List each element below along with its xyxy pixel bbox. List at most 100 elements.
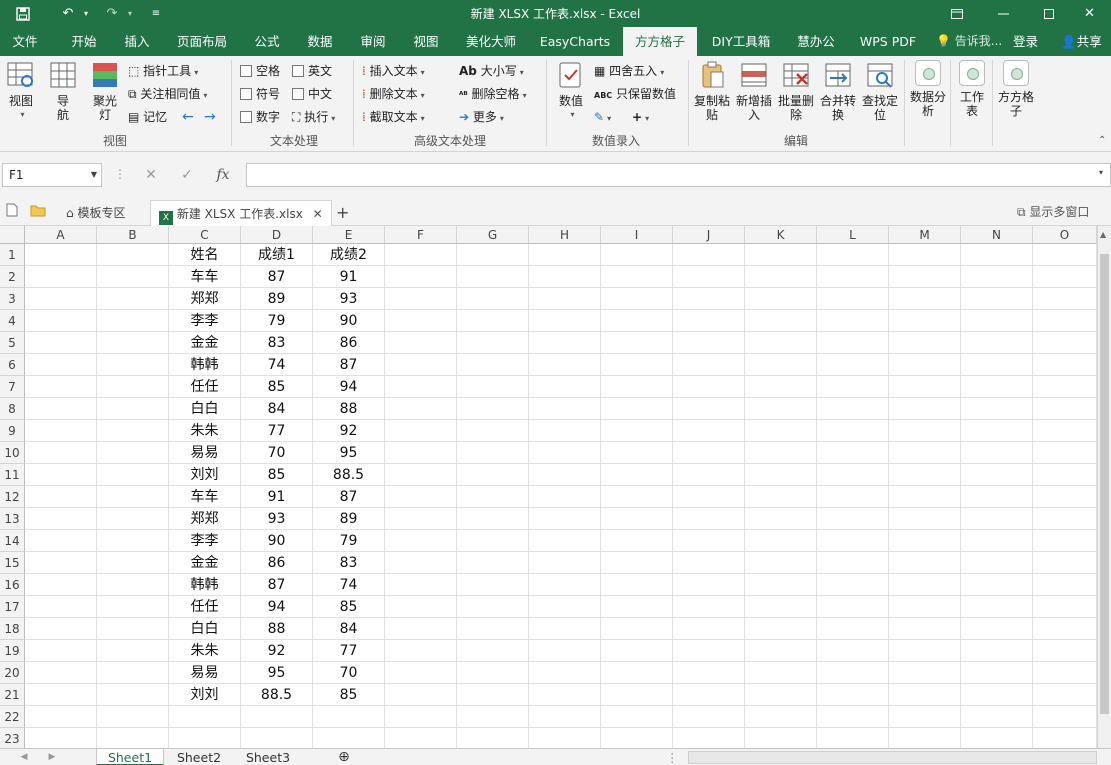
cell-a1[interactable] <box>25 244 97 266</box>
worksheet-button[interactable]: 工作表 <box>954 60 990 118</box>
cell-c7[interactable]: 任任 <box>169 376 241 398</box>
cell-o1[interactable] <box>1033 244 1097 266</box>
cell-h22[interactable] <box>529 706 601 728</box>
copy-paste-button[interactable]: 复制粘贴 <box>692 60 732 122</box>
cell-d6[interactable]: 74 <box>241 354 313 376</box>
cell-c18[interactable]: 白白 <box>169 618 241 640</box>
cell-a6[interactable] <box>25 354 97 376</box>
cell-n13[interactable] <box>961 508 1033 530</box>
cell-l10[interactable] <box>817 442 889 464</box>
cell-h11[interactable] <box>529 464 601 486</box>
cell-d16[interactable]: 87 <box>241 574 313 596</box>
vertical-scroll-thumb[interactable] <box>1100 254 1109 714</box>
cell-n18[interactable] <box>961 618 1033 640</box>
cell-o2[interactable] <box>1033 266 1097 288</box>
cell-o21[interactable] <box>1033 684 1097 706</box>
cell-m4[interactable] <box>889 310 961 332</box>
cell-a16[interactable] <box>25 574 97 596</box>
row-header[interactable]: 1 <box>0 244 25 266</box>
cell-j17[interactable] <box>673 596 745 618</box>
row-header[interactable]: 21 <box>0 684 25 706</box>
remove-space-button[interactable]: ᴬᴮ 删除空格 ▾ <box>459 85 527 103</box>
more-button[interactable]: ➔ 更多 ▾ <box>459 108 504 126</box>
cell-l18[interactable] <box>817 618 889 640</box>
cell-g3[interactable] <box>457 288 529 310</box>
cell-g22[interactable] <box>457 706 529 728</box>
cell-g10[interactable] <box>457 442 529 464</box>
cell-h6[interactable] <box>529 354 601 376</box>
cell-d13[interactable]: 93 <box>241 508 313 530</box>
cell-i10[interactable] <box>601 442 673 464</box>
column-header-f[interactable]: F <box>385 226 457 244</box>
cell-h13[interactable] <box>529 508 601 530</box>
cell-o4[interactable] <box>1033 310 1097 332</box>
cell-l12[interactable] <box>817 486 889 508</box>
cell-j8[interactable] <box>673 398 745 420</box>
cell-m10[interactable] <box>889 442 961 464</box>
cell-a15[interactable] <box>25 552 97 574</box>
cell-b15[interactable] <box>97 552 169 574</box>
row-header[interactable]: 16 <box>0 574 25 596</box>
cell-j6[interactable] <box>673 354 745 376</box>
cell-k10[interactable] <box>745 442 817 464</box>
cell-l17[interactable] <box>817 596 889 618</box>
cell-n9[interactable] <box>961 420 1033 442</box>
cell-m15[interactable] <box>889 552 961 574</box>
cell-i3[interactable] <box>601 288 673 310</box>
cell-b2[interactable] <box>97 266 169 288</box>
cell-k4[interactable] <box>745 310 817 332</box>
cell-j11[interactable] <box>673 464 745 486</box>
cell-h7[interactable] <box>529 376 601 398</box>
plus-icon[interactable]: + ▾ <box>632 108 649 126</box>
cell-n10[interactable] <box>961 442 1033 464</box>
memo-button[interactable]: ▤ 记忆 <box>128 108 167 126</box>
row-header[interactable]: 20 <box>0 662 25 684</box>
cell-l3[interactable] <box>817 288 889 310</box>
cell-a22[interactable] <box>25 706 97 728</box>
sheet-tab-sheet1[interactable]: Sheet1 <box>96 749 164 765</box>
enter-icon[interactable]: ✓ <box>169 167 205 183</box>
cell-m9[interactable] <box>889 420 961 442</box>
cell-j12[interactable] <box>673 486 745 508</box>
cell-l11[interactable] <box>817 464 889 486</box>
cell-f5[interactable] <box>385 332 457 354</box>
cell-b3[interactable] <box>97 288 169 310</box>
cell-b7[interactable] <box>97 376 169 398</box>
close-tab-icon[interactable]: ✕ <box>313 207 323 221</box>
cell-g5[interactable] <box>457 332 529 354</box>
cell-h12[interactable] <box>529 486 601 508</box>
cell-n5[interactable] <box>961 332 1033 354</box>
cell-i5[interactable] <box>601 332 673 354</box>
name-box-dropdown-icon[interactable]: ▼ <box>91 164 97 186</box>
tab-meihua[interactable]: 美化大师 <box>458 27 524 56</box>
cell-o5[interactable] <box>1033 332 1097 354</box>
cell-o3[interactable] <box>1033 288 1097 310</box>
cell-d23[interactable] <box>241 728 313 750</box>
cell-o8[interactable] <box>1033 398 1097 420</box>
tab-review[interactable]: 审阅 <box>350 27 396 56</box>
cell-n22[interactable] <box>961 706 1033 728</box>
cell-n14[interactable] <box>961 530 1033 552</box>
cell-a7[interactable] <box>25 376 97 398</box>
row-header[interactable]: 15 <box>0 552 25 574</box>
cell-g23[interactable] <box>457 728 529 750</box>
cell-k12[interactable] <box>745 486 817 508</box>
back-arrow-icon[interactable]: ← <box>182 108 194 126</box>
cell-h17[interactable] <box>529 596 601 618</box>
cell-o17[interactable] <box>1033 596 1097 618</box>
cell-k16[interactable] <box>745 574 817 596</box>
cell-o15[interactable] <box>1033 552 1097 574</box>
maximize-icon[interactable] <box>1026 0 1072 27</box>
cell-f4[interactable] <box>385 310 457 332</box>
view-button[interactable]: 视图 ▾ <box>6 60 36 122</box>
row-header[interactable]: 10 <box>0 442 25 464</box>
cell-m7[interactable] <box>889 376 961 398</box>
column-header-k[interactable]: K <box>745 226 817 244</box>
cell-k13[interactable] <box>745 508 817 530</box>
new-insert-button[interactable]: 新增插入 <box>734 60 774 122</box>
cell-f22[interactable] <box>385 706 457 728</box>
cell-f11[interactable] <box>385 464 457 486</box>
cell-i16[interactable] <box>601 574 673 596</box>
add-tab-icon[interactable]: + <box>336 200 349 226</box>
cell-i11[interactable] <box>601 464 673 486</box>
